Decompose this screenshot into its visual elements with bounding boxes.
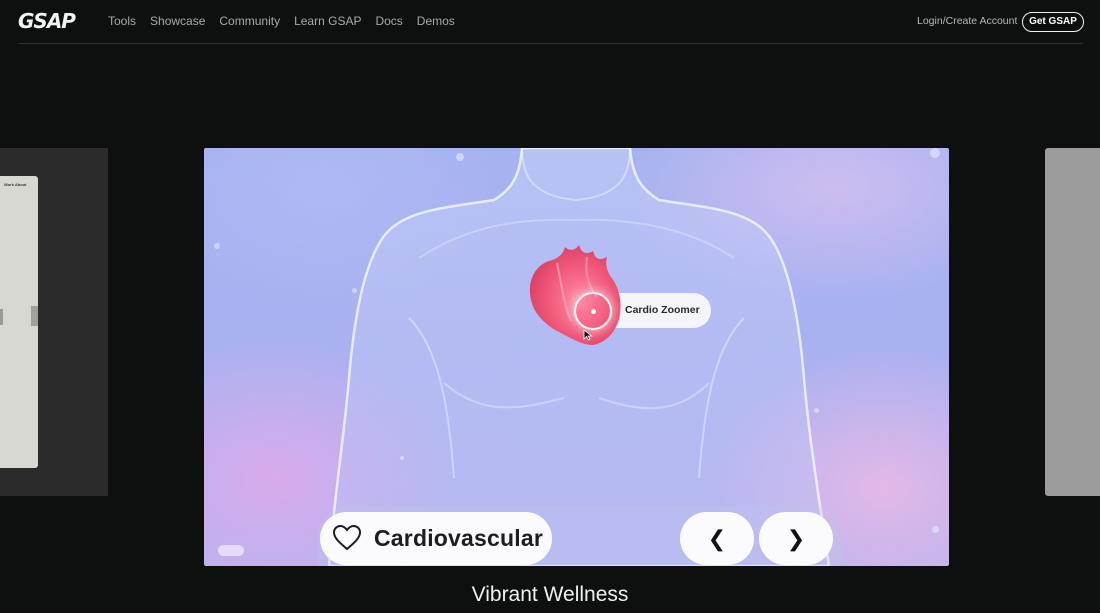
sound-toggle[interactable] [218, 545, 244, 556]
hotspot-label: Cardio Zoomer [625, 304, 700, 316]
gsap-logo[interactable]: GSAP [18, 9, 76, 33]
heart-outline-icon [332, 524, 362, 551]
torso-illustration [327, 148, 831, 566]
cursor-icon [583, 329, 593, 341]
decorative-bubble [352, 288, 357, 293]
hotspot-dot [591, 309, 596, 314]
top-nav: GSAP Tools Showcase Community Learn GSAP… [0, 0, 1100, 44]
previous-slide-preview: Work About [0, 176, 38, 468]
nav-link-tools[interactable]: Tools [108, 14, 136, 28]
previous-slide-image-edge [0, 309, 3, 325]
decorative-bubble [930, 148, 940, 158]
nav-link-docs[interactable]: Docs [375, 14, 402, 28]
chevron-left-icon: ❮ [707, 526, 727, 551]
previous-showcase-slide[interactable]: Work About [0, 148, 108, 496]
decorative-bubble [400, 456, 404, 460]
showcase-slide-vibrant-wellness: Cardio Zoomer Cardiovascular ❮ ❯ [204, 148, 949, 566]
decorative-bubble [814, 408, 819, 413]
nav-link-showcase[interactable]: Showcase [150, 14, 205, 28]
get-gsap-button[interactable]: Get GSAP [1022, 12, 1084, 32]
nav-links: Tools Showcase Community Learn GSAP Docs… [108, 14, 455, 28]
nav-link-learn-gsap[interactable]: Learn GSAP [294, 14, 361, 28]
nav-divider [18, 43, 1083, 44]
previous-slide-nav-text: Work About [4, 182, 27, 187]
cardio-hotspot[interactable] [574, 292, 612, 330]
login-link[interactable]: Login/Create Account [917, 15, 1017, 27]
nav-link-community[interactable]: Community [219, 14, 280, 28]
decorative-bubble [214, 243, 220, 249]
next-button[interactable]: ❯ [759, 512, 833, 565]
chevron-right-icon: ❯ [786, 526, 806, 551]
category-label: Cardiovascular [374, 525, 543, 551]
nav-link-demos[interactable]: Demos [417, 14, 455, 28]
category-pill[interactable]: Cardiovascular [320, 512, 552, 565]
next-showcase-slide[interactable] [1045, 148, 1100, 496]
decorative-bubble [456, 153, 464, 161]
prev-button[interactable]: ❮ [680, 512, 754, 565]
heart-model[interactable] [527, 241, 627, 351]
previous-slide-image [31, 306, 38, 326]
decorative-bubble [932, 526, 939, 533]
showcase-title: Vibrant Wellness [471, 583, 629, 606]
